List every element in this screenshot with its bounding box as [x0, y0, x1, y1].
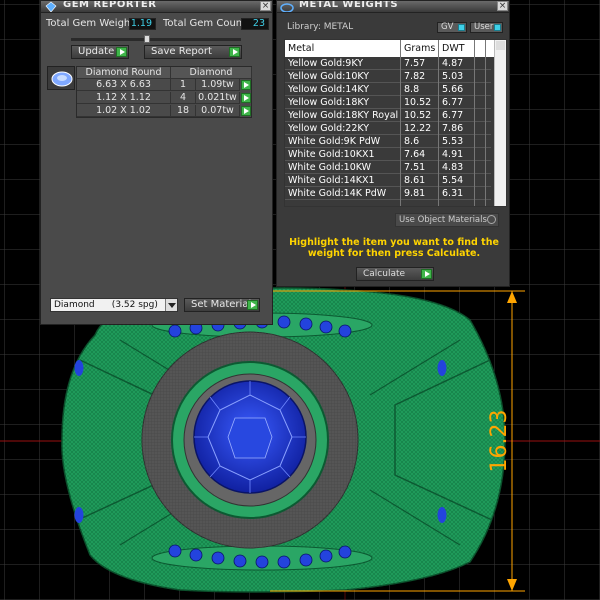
metal-row[interactable]: Yellow Gold:18KY 10.52 6.77	[285, 96, 491, 109]
col-divider-2	[438, 40, 439, 206]
gem-row-2-count: 4	[171, 92, 196, 104]
material-select-value: Diamond (3.52 spg)	[54, 300, 158, 310]
update-button[interactable]: Update	[71, 45, 129, 59]
user-toggle[interactable]: User	[470, 22, 503, 33]
gem-reporter-panel: GEM REPORTER × Total Gem Weight 1.19 Tot…	[40, 0, 273, 325]
save-report-button-label: Save Report	[151, 46, 212, 57]
metal-col-header: Metal	[288, 43, 315, 54]
metal-row[interactable]: White Gold:10KW 7.51 4.83	[285, 161, 491, 174]
col-divider-1	[400, 40, 401, 206]
metal-weights-title: METAL WEIGHTS	[299, 1, 399, 10]
user-toggle-icon	[494, 24, 501, 31]
metal-table[interactable]: Metal Grams DWT Yellow Gold:9KY 7.57 4.87 Y…	[284, 39, 507, 207]
gem-list-area	[45, 123, 270, 291]
metal-weights-titlebar[interactable]: METAL WEIGHTS ×	[277, 1, 509, 13]
instruction-text: Highlight the item you want to find the …	[289, 237, 499, 259]
use-object-materials-label: Use Object Materials	[399, 215, 487, 225]
metal-row[interactable]: White Gold:10KX1 7.64 4.91	[285, 148, 491, 161]
gem-reporter-title: GEM REPORTER	[63, 1, 157, 10]
metal-row[interactable]: Yellow Gold:14KY 8.8 5.66	[285, 83, 491, 96]
settings-gear-icon[interactable]	[487, 215, 496, 224]
metal-row[interactable]: Yellow Gold:9KY 7.57 4.87	[285, 57, 491, 70]
grams-col-header: Grams	[404, 43, 436, 54]
update-button-label: Update	[78, 46, 115, 57]
update-go-icon	[116, 47, 127, 57]
gem-logo-icon	[45, 1, 57, 12]
metal-row[interactable]: White Gold:9K PdW 8.6 5.53	[285, 135, 491, 148]
user-toggle-label: User	[474, 22, 494, 32]
gv-toggle-icon	[458, 24, 465, 31]
gem-thumbnail[interactable]	[47, 66, 75, 90]
set-material-button[interactable]: Set Material	[184, 298, 260, 312]
gem-row-3-size[interactable]: 1.02 X 1.02	[77, 105, 171, 117]
gem-table-header-material: Diamond	[171, 67, 252, 79]
gem-table: Diamond Round Diamond 6.63 X 6.63 1 1.09…	[76, 66, 252, 118]
total-gem-count-value: 23	[241, 18, 269, 30]
gv-toggle[interactable]: GV	[437, 22, 467, 33]
gem-row-2-weight: 0.021tw	[196, 92, 240, 104]
calculate-button[interactable]: Calculate	[356, 267, 434, 281]
total-gem-count-label: Total Gem Count	[163, 18, 247, 29]
gem-row-3-count: 18	[171, 105, 196, 117]
metal-row[interactable]: Yellow Gold:22KY 12.22 7.86	[285, 122, 491, 135]
row-separator	[285, 199, 491, 200]
slider-handle[interactable]	[144, 35, 150, 43]
gem-reporter-close-icon[interactable]: ×	[260, 1, 271, 11]
set-material-go-icon	[247, 300, 258, 310]
col-divider-3	[474, 40, 475, 206]
metal-weights-panel: METAL WEIGHTS × Library: METAL GV User M…	[276, 0, 510, 287]
dwt-col-header: DWT	[442, 43, 465, 54]
gem-row-2-go-icon[interactable]	[241, 93, 251, 103]
metal-weights-close-icon[interactable]: ×	[497, 1, 508, 11]
gem-row-2-size[interactable]: 1.12 X 1.12	[77, 92, 171, 104]
metal-table-scrollbar[interactable]	[494, 40, 506, 206]
metal-row[interactable]: White Gold:14KX1 8.61 5.54	[285, 174, 491, 187]
material-select[interactable]: Diamond (3.52 spg)	[50, 298, 178, 312]
col-divider-4	[485, 40, 486, 206]
gem-reporter-titlebar[interactable]: GEM REPORTER ×	[41, 1, 272, 13]
metal-row[interactable]: Yellow Gold:10KY 7.82 5.03	[285, 70, 491, 83]
save-report-go-icon	[229, 47, 240, 57]
gem-table-header-shape: Diamond Round	[77, 67, 171, 79]
diamond-round-icon	[51, 71, 73, 87]
metal-logo-icon	[280, 3, 294, 12]
metal-row[interactable]: White Gold:14K PdW 9.81 6.31	[285, 187, 491, 200]
gem-row-1-weight: 1.09tw	[196, 79, 240, 91]
library-label: Library: METAL	[287, 22, 354, 32]
total-gem-weight-label: Total Gem Weight	[46, 18, 135, 29]
scroll-up-icon[interactable]	[496, 41, 505, 50]
gem-row-3-weight: 0.07tw	[196, 105, 240, 117]
gem-row-1-go-icon[interactable]	[241, 80, 251, 90]
calculate-go-icon	[421, 269, 432, 279]
gem-row-3-go-icon[interactable]	[241, 106, 251, 116]
use-object-materials-select[interactable]: Use Object Materials	[395, 213, 499, 227]
slider-track[interactable]	[71, 38, 241, 41]
total-gem-weight-value: 1.19	[129, 18, 156, 30]
calculate-button-label: Calculate	[363, 269, 406, 279]
chevron-down-icon	[165, 299, 177, 311]
gem-row-1-count: 1	[171, 79, 196, 91]
gv-toggle-label: GV	[441, 22, 454, 32]
set-material-button-label: Set Material	[191, 299, 252, 310]
dimension-value: 16.23	[487, 410, 512, 473]
metal-row[interactable]: Yellow Gold:18KY Royal 10.52 6.77	[285, 109, 491, 122]
ring-model[interactable]	[61, 287, 506, 593]
save-report-button[interactable]: Save Report	[144, 45, 242, 59]
gem-row-1-size[interactable]: 6.63 X 6.63	[77, 79, 171, 91]
